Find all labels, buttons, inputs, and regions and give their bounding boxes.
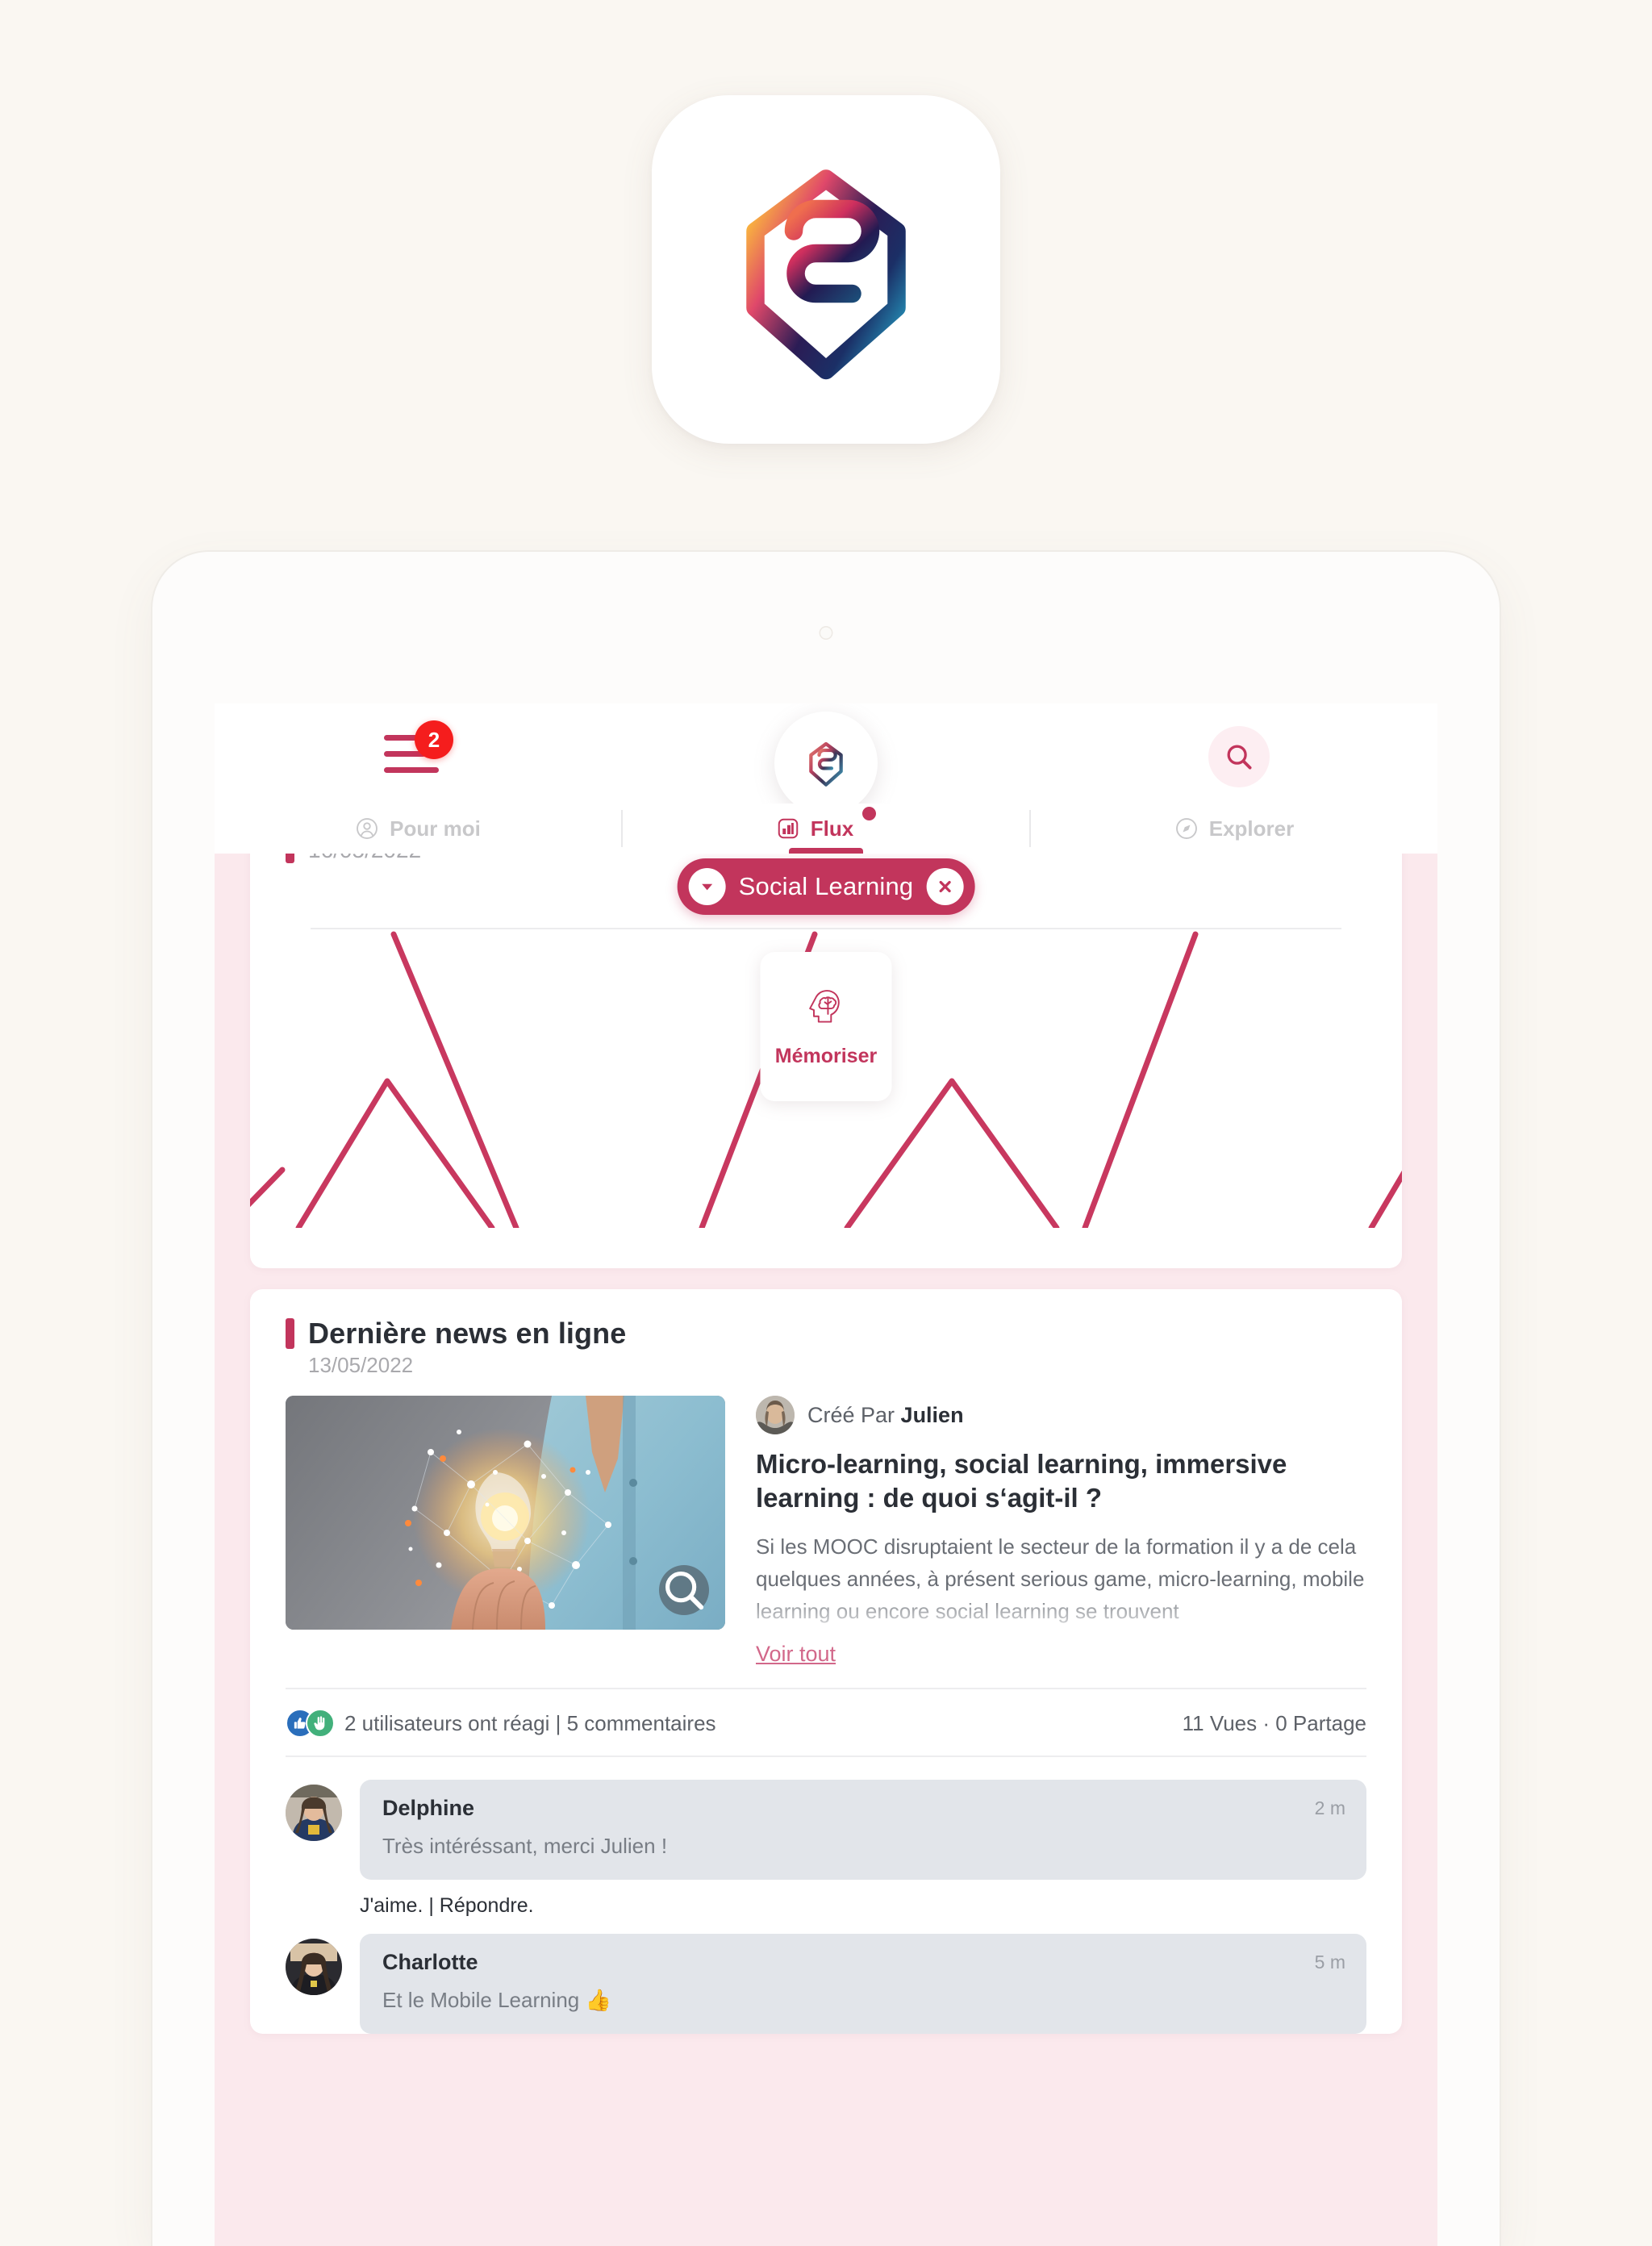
author-avatar — [756, 1396, 795, 1434]
tablet-camera — [819, 626, 833, 640]
comment-item[interactable]: Charlotte 5 m Et le Mobile Learning 👍 — [286, 1934, 1366, 2035]
compass-icon — [1175, 818, 1197, 839]
notification-badge: 2 — [415, 720, 453, 759]
memoriser-label: Mémoriser — [774, 1045, 878, 1067]
reaction-icons — [286, 1709, 335, 1739]
news-author-row: Créé Par Julien — [756, 1396, 1366, 1434]
avatar-image — [756, 1396, 795, 1434]
tablet-device-frame: 2 Pour moi Flux Explorer Social Learning… — [152, 552, 1500, 2246]
news-stats-bar: 2 utilisateurs ont réagi | 5 commentaire… — [286, 1688, 1366, 1755]
card-accent-bar — [286, 854, 294, 863]
news-author-name: Julien — [900, 1402, 964, 1427]
tab-explorer[interactable]: Explorer — [1031, 804, 1437, 854]
brand-hexagon-logo-icon — [746, 169, 906, 380]
search-button[interactable] — [1208, 726, 1270, 787]
comment-timestamp: 2 m — [1314, 1797, 1345, 1819]
commenter-avatar — [286, 1939, 342, 1996]
head-brain-icon — [808, 990, 840, 1023]
search-icon — [1227, 745, 1252, 770]
news-card-body: Créé Par Julien Micro-learning, social l… — [286, 1396, 1366, 1667]
comment-item[interactable]: Delphine 2 m Très intéréssant, merci Jul… — [286, 1780, 1366, 1881]
feed-icon — [778, 818, 799, 839]
comments-section: Delphine 2 m Très intéréssant, merci Jul… — [286, 1755, 1366, 2035]
pill-close-button[interactable] — [926, 868, 964, 905]
tab-bar: Pour moi Flux Explorer — [215, 804, 1437, 854]
comment-timestamp: 5 m — [1314, 1952, 1345, 1973]
app-header: 2 Pour moi Flux Explorer — [215, 703, 1437, 854]
close-icon — [939, 880, 951, 893]
avatar-image — [286, 1939, 342, 1996]
card-accent-bar — [286, 1318, 294, 1349]
news-card-date: 13/05/2022 — [308, 1353, 414, 1377]
pill-expand-button[interactable] — [688, 868, 726, 905]
news-excerpt: Si les MOOC disruptaient le secteur de l… — [756, 1534, 1365, 1623]
card-date: 16/05/2022 — [308, 854, 421, 863]
feed-card-news[interactable]: Dernière news en ligne 13/05/2022 Créé P… — [250, 1289, 1402, 2035]
news-headline: Micro-learning, social learning, immersi… — [756, 1449, 1287, 1513]
news-thumbnail[interactable] — [286, 1396, 725, 1630]
tab-label: Flux — [810, 816, 854, 841]
news-reactions-group[interactable]: 2 utilisateurs ont réagi | 5 commentaire… — [286, 1709, 716, 1739]
news-author-prefix: Créé Par — [807, 1402, 901, 1427]
avatar-image — [286, 1785, 342, 1842]
tab-label: Pour moi — [390, 816, 481, 841]
commenter-avatar — [286, 1785, 342, 1842]
comment-author: Charlotte — [382, 1950, 478, 1975]
chevron-down-icon — [702, 883, 713, 891]
clap-hand-glyph — [314, 1716, 325, 1730]
comment-actions[interactable]: J'aime. | Répondre. — [360, 1894, 1366, 1918]
news-reactions-text: 2 utilisateurs ont réagi | 5 commentaire… — [344, 1710, 716, 1735]
social-learning-pill[interactable]: Social Learning — [677, 858, 975, 915]
magnify-icon — [665, 1572, 704, 1610]
comment-text: Très intéréssant, merci Julien ! — [382, 1834, 668, 1859]
tab-unread-dot — [862, 807, 877, 820]
clap-hand-icon — [306, 1709, 335, 1739]
comment-text: Et le Mobile Learning 👍 — [382, 1988, 611, 2013]
app-icon — [652, 95, 1000, 444]
hamburger-line — [384, 767, 439, 773]
hamburger-menu-button[interactable]: 2 — [384, 720, 461, 788]
image-zoom-button[interactable] — [659, 1565, 709, 1615]
brand-logo-button[interactable] — [774, 712, 878, 815]
feed-card-top[interactable]: 16/05/2022 — [250, 854, 1402, 1268]
news-text-column: Créé Par Julien Micro-learning, social l… — [756, 1396, 1366, 1667]
comment-author: Delphine — [382, 1796, 475, 1821]
tab-pour-moi[interactable]: Pour moi — [215, 804, 621, 854]
memoriser-tile[interactable]: Mémoriser — [760, 952, 892, 1101]
pill-label: Social Learning — [738, 872, 914, 900]
news-author-label: Créé Par Julien — [807, 1403, 964, 1428]
news-views-text: 11 Vues · 0 Partage — [1182, 1710, 1366, 1735]
comment-bubble: Charlotte 5 m Et le Mobile Learning 👍 — [360, 1934, 1366, 2035]
brand-logo-icon — [809, 741, 843, 787]
tab-flux[interactable]: Flux — [623, 804, 1029, 854]
news-card-title: Dernière news en ligne — [308, 1317, 627, 1350]
app-screen: 2 Pour moi Flux Explorer Social Learning… — [215, 703, 1437, 2246]
person-circle-icon — [357, 818, 378, 839]
feed-scroll-area[interactable]: 16/05/2022 — [215, 854, 1437, 2246]
see-all-link[interactable]: Voir tout — [756, 1642, 836, 1667]
tab-label: Explorer — [1208, 816, 1295, 841]
comment-bubble: Delphine 2 m Très intéréssant, merci Jul… — [360, 1780, 1366, 1881]
